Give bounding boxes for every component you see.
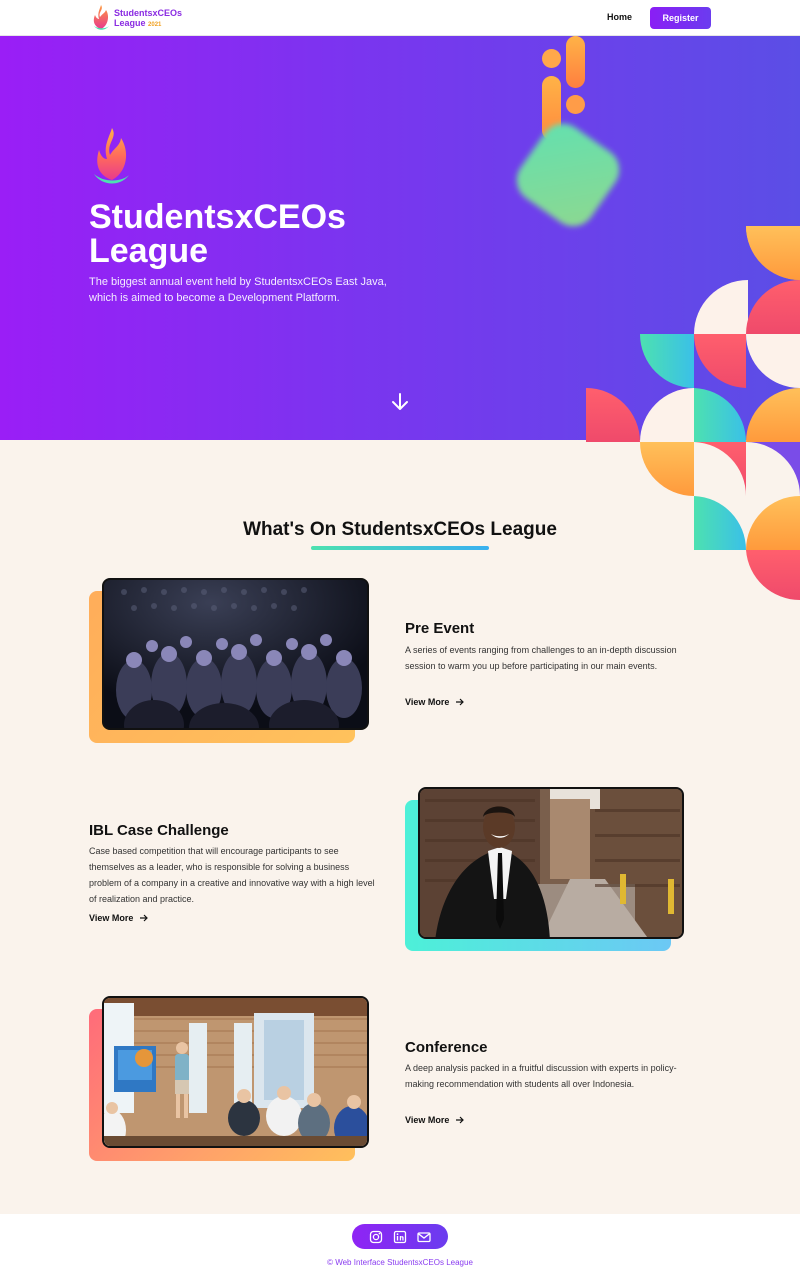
- geometric-pattern: [586, 226, 800, 600]
- arrow-down-icon[interactable]: [390, 392, 410, 412]
- view-more-label: View More: [89, 913, 134, 923]
- arrow-right-icon: [456, 698, 465, 706]
- ibl-case-challenge-image: [418, 787, 684, 939]
- conference-image: [102, 996, 369, 1148]
- brand-line2: League: [114, 18, 146, 28]
- event-description: A deep analysis packed in a fruitful dis…: [405, 1063, 677, 1089]
- nav-home-link[interactable]: Home: [607, 12, 632, 22]
- social-links: [352, 1224, 448, 1249]
- brand-year: 2021: [148, 22, 162, 28]
- event-description: A series of events ranging from challeng…: [405, 645, 677, 671]
- decorative-dot: [542, 49, 561, 68]
- view-more-link[interactable]: View More: [405, 1115, 465, 1125]
- event-title: IBL Case Challenge: [89, 822, 229, 839]
- event-description: Case based competition that will encoura…: [89, 846, 375, 904]
- navbar: StudentsxCEOs League 2021 Home Register: [0, 0, 800, 36]
- linkedin-icon[interactable]: [393, 1230, 407, 1244]
- copyright-text: © Web Interface StudentsxCEOs League: [327, 1258, 473, 1267]
- view-more-label: View More: [405, 1115, 450, 1125]
- brand-name[interactable]: StudentsxCEOs League 2021: [114, 8, 182, 30]
- brand-line1: StudentsxCEOs: [114, 8, 183, 18]
- title-underline: [311, 546, 489, 550]
- event-title: Conference: [405, 1039, 488, 1056]
- pre-event-image: [102, 578, 369, 730]
- arrow-right-icon: [140, 914, 149, 922]
- mail-icon[interactable]: [417, 1230, 431, 1244]
- decorative-dot: [566, 95, 585, 114]
- hero-title: StudentsxCEOs League: [89, 198, 346, 270]
- flame-logo-icon[interactable]: [91, 4, 111, 32]
- view-more-link[interactable]: View More: [405, 697, 465, 707]
- decorative-pill: [566, 36, 585, 88]
- decorative-blob: [508, 115, 628, 235]
- view-more-link[interactable]: View More: [89, 913, 149, 923]
- instagram-icon[interactable]: [369, 1230, 383, 1244]
- hero-subtitle: The biggest annual event held by Student…: [89, 276, 387, 304]
- register-button[interactable]: Register: [650, 7, 711, 29]
- flame-logo-icon: [94, 128, 129, 184]
- event-title: Pre Event: [405, 620, 475, 637]
- arrow-right-icon: [456, 1116, 465, 1124]
- footer: © Web Interface StudentsxCEOs League: [0, 1214, 800, 1271]
- view-more-label: View More: [405, 697, 450, 707]
